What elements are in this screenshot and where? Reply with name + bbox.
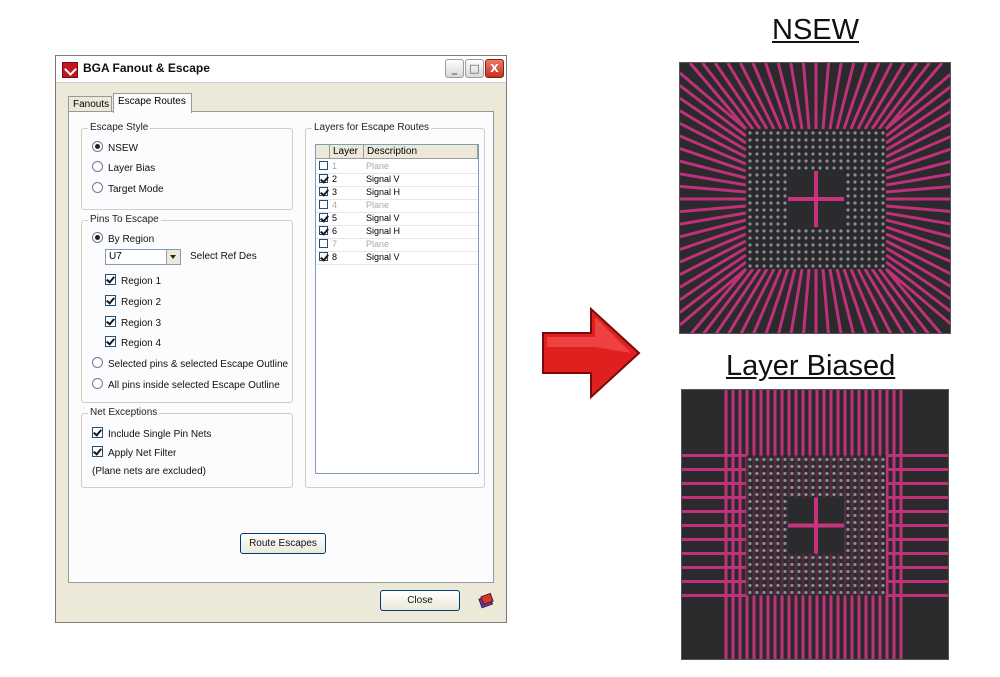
tab-escape-routes[interactable]: Escape Routes	[113, 93, 192, 113]
radio-nsew[interactable]: NSEW	[92, 141, 138, 154]
help-book-icon[interactable]	[478, 592, 495, 609]
checkbox-region-3[interactable]: Region 3	[105, 316, 161, 329]
checkbox-icon[interactable]	[319, 200, 328, 209]
table-row[interactable]: 6 Signal H	[316, 225, 478, 239]
table-row[interactable]: 1 Plane	[316, 160, 478, 174]
checkbox-checked-icon[interactable]	[319, 187, 328, 196]
checkbox-checked-icon	[105, 316, 116, 327]
radio-selected-icon	[92, 141, 103, 152]
table-header-layer[interactable]: Layer	[330, 145, 364, 159]
chevron-down-icon[interactable]	[166, 250, 180, 264]
checkbox-checked-icon	[105, 336, 116, 347]
app-icon	[62, 62, 78, 78]
net-exceptions-group: Net Exceptions Include Single Pin Nets A…	[81, 407, 293, 488]
checkbox-checked-icon	[105, 274, 116, 285]
checkbox-icon[interactable]	[319, 239, 328, 248]
nsew-title: NSEW	[772, 14, 859, 46]
close-icon[interactable]: X	[485, 59, 504, 78]
maximize-icon[interactable]: □	[465, 59, 484, 78]
close-button[interactable]: Close	[380, 590, 460, 611]
checkbox-checked-icon	[105, 295, 116, 306]
escape-routes-panel: Escape Style NSEW Layer Bias Target Mode…	[68, 111, 494, 583]
bga-fanout-dialog: BGA Fanout & Escape _ □ X Fanouts Escape…	[55, 55, 507, 623]
checkbox-region-1[interactable]: Region 1	[105, 274, 161, 287]
checkbox-checked-icon[interactable]	[319, 213, 328, 222]
table-row[interactable]: 5 Signal V	[316, 212, 478, 226]
table-header-description[interactable]: Description	[364, 145, 478, 159]
table-row[interactable]: 4 Plane	[316, 199, 478, 213]
ref-des-combo[interactable]: U7	[105, 249, 181, 265]
radio-selected-icon	[92, 232, 103, 243]
window-title: BGA Fanout & Escape	[83, 61, 210, 75]
plane-nets-note: (Plane nets are excluded)	[92, 466, 206, 477]
radio-icon	[92, 378, 103, 389]
layer-biased-board-image	[681, 389, 949, 660]
radio-all-pins[interactable]: All pins inside selected Escape Outline	[92, 378, 280, 391]
checkbox-icon[interactable]	[319, 161, 328, 170]
nsew-board-image	[679, 62, 951, 334]
radio-icon	[92, 357, 103, 368]
layer-biased-title: Layer Biased	[726, 350, 896, 382]
radio-icon	[92, 161, 103, 172]
radio-selected-pins[interactable]: Selected pins & selected Escape Outline	[92, 357, 288, 370]
tab-fanouts[interactable]: Fanouts	[68, 96, 112, 112]
select-ref-des-label: Select Ref Des	[190, 251, 257, 262]
checkbox-include-single-pin-nets[interactable]: Include Single Pin Nets	[92, 427, 211, 440]
table-row[interactable]: 8 Signal V	[316, 251, 478, 265]
table-header-check[interactable]	[316, 145, 330, 159]
checkbox-checked-icon[interactable]	[319, 226, 328, 235]
checkbox-checked-icon	[92, 427, 103, 438]
table-row[interactable]: 2 Signal V	[316, 173, 478, 187]
checkbox-region-2[interactable]: Region 2	[105, 295, 161, 308]
net-exceptions-label: Net Exceptions	[88, 407, 160, 418]
pins-to-escape-label: Pins To Escape	[88, 214, 161, 225]
checkbox-region-4[interactable]: Region 4	[105, 336, 161, 349]
red-arrow-icon	[541, 306, 641, 403]
layers-label: Layers for Escape Routes	[312, 122, 432, 133]
checkbox-checked-icon[interactable]	[319, 174, 328, 183]
radio-by-region[interactable]: By Region	[92, 232, 154, 245]
title-bar[interactable]: BGA Fanout & Escape _ □ X	[56, 56, 506, 83]
radio-target-mode[interactable]: Target Mode	[92, 182, 164, 195]
table-row[interactable]: 3 Signal H	[316, 186, 478, 200]
layers-group: Layers for Escape Routes Layer Descripti…	[305, 122, 485, 488]
layers-table[interactable]: Layer Description 1 Plane 2 Signal V 3 Sign…	[315, 144, 479, 474]
minimize-icon[interactable]: _	[445, 59, 464, 78]
escape-style-group: Escape Style NSEW Layer Bias Target Mode	[81, 122, 293, 210]
checkbox-checked-icon	[92, 446, 103, 457]
escape-style-label: Escape Style	[88, 122, 151, 133]
pins-to-escape-group: Pins To Escape By Region U7 Select Ref D…	[81, 214, 293, 403]
radio-layer-bias[interactable]: Layer Bias	[92, 161, 155, 174]
radio-icon	[92, 182, 103, 193]
route-escapes-button[interactable]: Route Escapes	[240, 533, 326, 554]
table-row[interactable]: 7 Plane	[316, 238, 478, 252]
checkbox-apply-net-filter[interactable]: Apply Net Filter	[92, 446, 176, 459]
checkbox-checked-icon[interactable]	[319, 252, 328, 261]
